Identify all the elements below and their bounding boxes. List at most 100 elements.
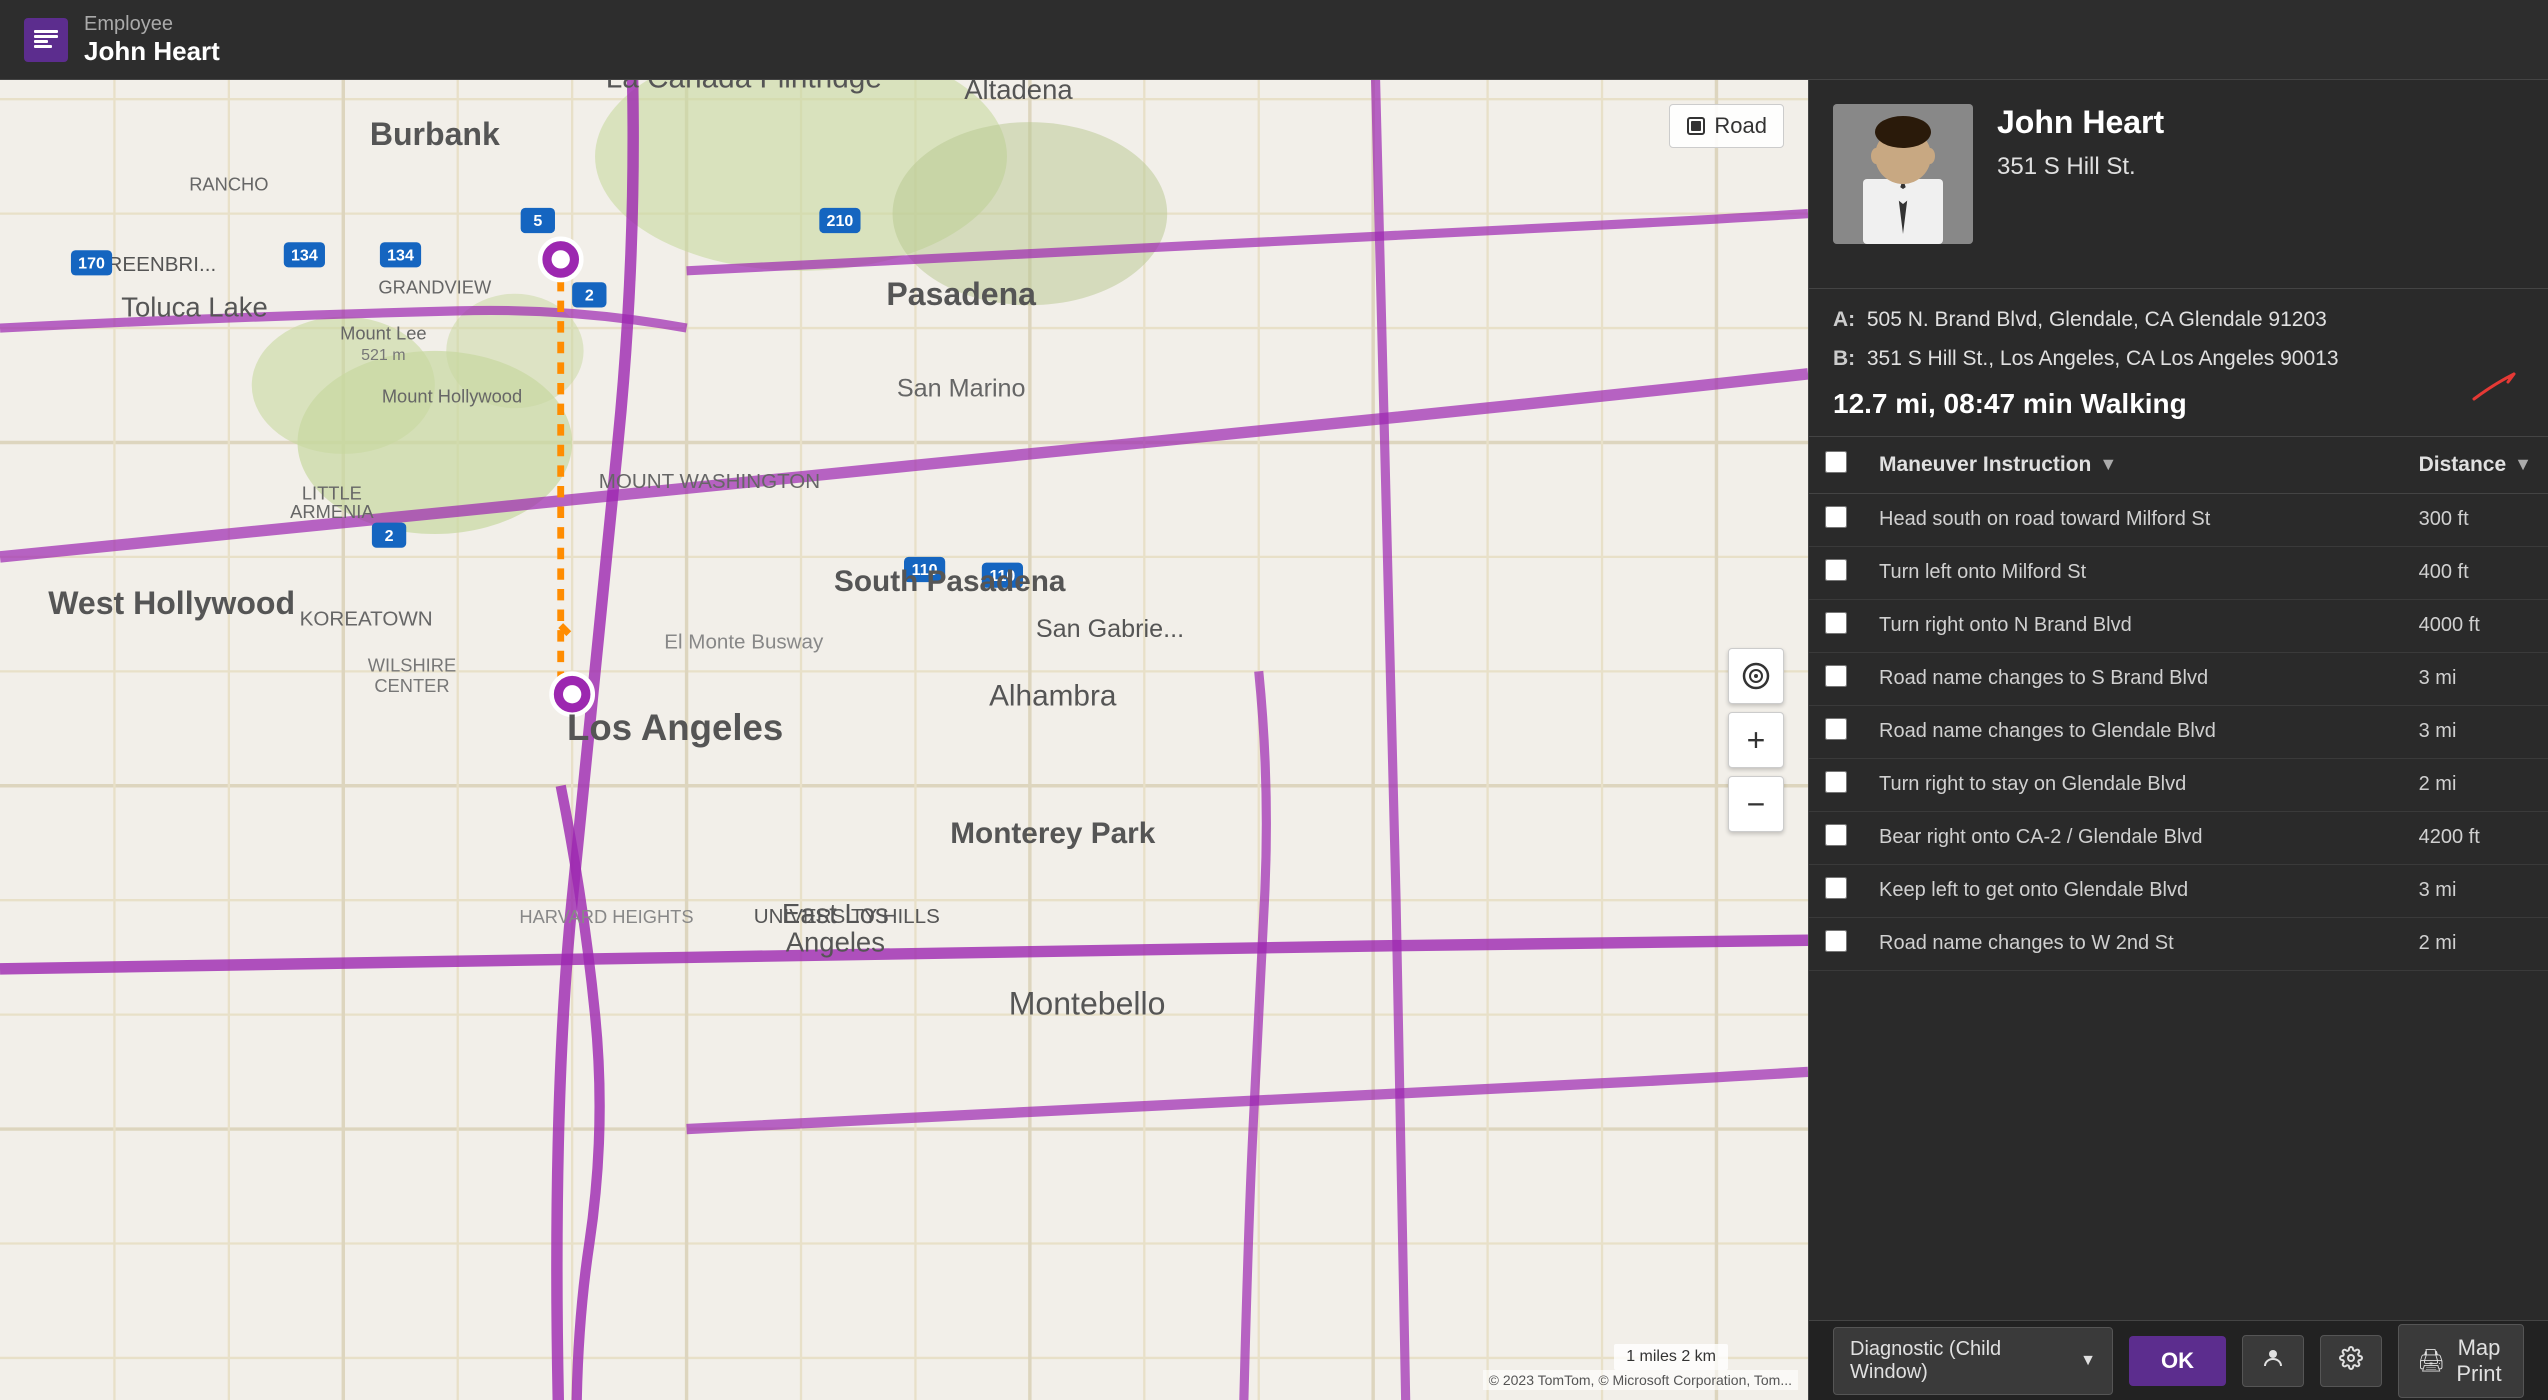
svg-text:Angeles: Angeles (786, 927, 885, 958)
svg-text:KOREATOWN: KOREATOWN (300, 608, 433, 631)
svg-text:Burbank: Burbank (370, 116, 500, 152)
profile-section: John Heart 351 S Hill St. (1809, 80, 2548, 289)
instruction-cell: Turn right onto N Brand Blvd (1863, 599, 2403, 652)
instruction-filter-icon[interactable]: ▼ (2099, 454, 2117, 475)
svg-text:West Hollywood: West Hollywood (48, 585, 295, 621)
svg-text:CENTER: CENTER (374, 675, 449, 696)
row-checkbox[interactable] (1825, 559, 1847, 581)
row-checkbox[interactable] (1825, 612, 1847, 634)
row-checkbox[interactable] (1825, 930, 1847, 952)
row-checkbox[interactable] (1825, 506, 1847, 528)
bottom-bar: Diagnostic (Child Window) ▼ OK 🖨 Map Pri… (1809, 1320, 2548, 1400)
header-text-block: Employee John Heart (84, 13, 220, 67)
route-a-value: 505 N. Brand Blvd, Glendale, CA Glendale… (1867, 308, 2327, 331)
print-map-button[interactable]: 🖨 Map Print (2398, 1324, 2524, 1398)
header-label: Employee (84, 13, 220, 36)
route-a-label: A: (1833, 308, 1855, 331)
profile-address: 351 S Hill St. (1997, 153, 2524, 181)
distance-cell: 300 ft (2403, 493, 2548, 546)
svg-text:Altadena: Altadena (964, 80, 1073, 105)
row-checkbox[interactable] (1825, 824, 1847, 846)
road-type-label: Road (1714, 113, 1767, 139)
route-b-label: B: (1833, 347, 1855, 370)
table-row: Keep left to get onto Glendale Blvd3 mi (1809, 864, 2548, 917)
svg-text:RANCHO: RANCHO (189, 174, 268, 195)
svg-text:2: 2 (385, 527, 394, 545)
row-checkbox[interactable] (1825, 877, 1847, 899)
table-container[interactable]: Maneuver Instruction ▼ Distance ▼ (1809, 437, 2548, 1320)
distance-cell: 4000 ft (2403, 599, 2548, 652)
svg-text:Monterey Park: Monterey Park (950, 817, 1155, 850)
route-summary: 12.7 mi, 08:47 min Walking (1833, 388, 2524, 420)
svg-text:MOUNT WASHINGTON: MOUNT WASHINGTON (599, 470, 820, 493)
col-instruction-header: Maneuver Instruction ▼ (1863, 437, 2403, 494)
instruction-cell: Turn left onto Milford St (1863, 546, 2403, 599)
svg-text:134: 134 (291, 247, 318, 265)
svg-text:El Monte Busway: El Monte Busway (664, 630, 824, 653)
svg-text:Toluca Lake: Toluca Lake (121, 292, 268, 323)
svg-text:WILSHIRE: WILSHIRE (368, 654, 456, 675)
svg-text:Alhambra: Alhambra (989, 680, 1117, 713)
print-icon: 🖨 (2417, 1348, 2445, 1374)
right-panel: John Heart 351 S Hill St. A: 505 N. Bran… (1808, 80, 2548, 1400)
table-row: Bear right onto CA-2 / Glendale Blvd4200… (1809, 811, 2548, 864)
ok-button[interactable]: OK (2129, 1336, 2226, 1386)
profile-info: John Heart 351 S Hill St. (1997, 104, 2524, 244)
table-row: Turn right onto N Brand Blvd4000 ft (1809, 599, 2548, 652)
svg-text:UNIVERSITY HILLS: UNIVERSITY HILLS (754, 905, 940, 928)
distance-cell: 400 ft (2403, 546, 2548, 599)
dropdown-arrow-icon: ▼ (2080, 1352, 2096, 1370)
map-copyright: © 2023 TomTom, © Microsoft Corporation, … (1483, 1370, 1798, 1390)
row-checkbox[interactable] (1825, 718, 1847, 740)
app-icon (24, 18, 68, 62)
svg-text:GRANDVIEW: GRANDVIEW (378, 277, 492, 298)
settings-button[interactable] (2320, 1335, 2382, 1387)
user-button[interactable] (2242, 1335, 2304, 1387)
svg-text:521 m: 521 m (361, 346, 406, 364)
route-point-a: A: 505 N. Brand Blvd, Glendale, CA Glend… (1833, 305, 2524, 334)
svg-text:Mount Hollywood: Mount Hollywood (382, 385, 522, 406)
instruction-cell: Turn right to stay on Glendale Blvd (1863, 758, 2403, 811)
instruction-cell: Keep left to get onto Glendale Blvd (1863, 864, 2403, 917)
svg-text:South Pasadena: South Pasadena (834, 565, 1066, 598)
svg-text:Mount Lee: Mount Lee (340, 322, 426, 343)
zoom-out-button[interactable]: − (1728, 776, 1784, 832)
table-row: Road name changes to S Brand Blvd3 mi (1809, 652, 2548, 705)
road-type-button[interactable]: Road (1669, 104, 1784, 148)
svg-text:HARVARD HEIGHTS: HARVARD HEIGHTS (519, 906, 693, 927)
mode-dropdown[interactable]: Diagnostic (Child Window) ▼ (1833, 1327, 2113, 1395)
route-summary-text: 12.7 mi, 08:47 min Walking (1833, 388, 2187, 420)
instruction-cell: Head south on road toward Milford St (1863, 493, 2403, 546)
instruction-cell: Road name changes to Glendale Blvd (1863, 705, 2403, 758)
table-row: Turn right to stay on Glendale Blvd2 mi (1809, 758, 2548, 811)
distance-filter-icon[interactable]: ▼ (2514, 454, 2532, 475)
svg-text:Los Angeles: Los Angeles (567, 707, 783, 748)
row-checkbox[interactable] (1825, 771, 1847, 793)
map-area[interactable]: 5 134 134 210 110 110 2 2 Burbank Toluca… (0, 80, 1808, 1400)
instruction-cell: Bear right onto CA-2 / Glendale Blvd (1863, 811, 2403, 864)
avatar (1833, 104, 1973, 244)
instruction-cell: Road name changes to W 2nd St (1863, 917, 2403, 970)
table-row: Turn left onto Milford St400 ft (1809, 546, 2548, 599)
svg-text:Montebello: Montebello (1009, 986, 1166, 1022)
svg-text:5: 5 (533, 212, 542, 230)
zoom-reset-button[interactable] (1728, 648, 1784, 704)
zoom-in-button[interactable]: + (1728, 712, 1784, 768)
main-area: 5 134 134 210 110 110 2 2 Burbank Toluca… (0, 80, 2548, 1400)
svg-text:2: 2 (585, 287, 594, 305)
svg-text:San Marino: San Marino (897, 375, 1026, 403)
maneuver-table: Maneuver Instruction ▼ Distance ▼ (1809, 437, 2548, 971)
select-all-checkbox[interactable] (1825, 451, 1847, 473)
col-checkbox-header (1809, 437, 1863, 494)
distance-cell: 2 mi (2403, 917, 2548, 970)
distance-cell: 4200 ft (2403, 811, 2548, 864)
svg-text:134: 134 (387, 247, 414, 265)
svg-text:210: 210 (827, 212, 854, 230)
svg-text:170: 170 (78, 255, 105, 273)
row-checkbox[interactable] (1825, 665, 1847, 687)
table-row: Head south on road toward Milford St300 … (1809, 493, 2548, 546)
table-row: Road name changes to W 2nd St2 mi (1809, 917, 2548, 970)
svg-text:La Canada Flintridge: La Canada Flintridge (606, 80, 882, 95)
distance-cell: 3 mi (2403, 705, 2548, 758)
distance-cell: 3 mi (2403, 652, 2548, 705)
